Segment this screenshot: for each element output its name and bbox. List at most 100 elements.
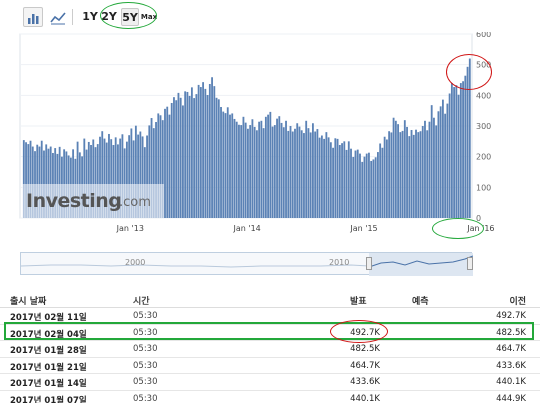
bar: [415, 129, 417, 218]
bar-chart-icon[interactable]: [23, 7, 43, 27]
bar: [193, 98, 196, 218]
bar: [410, 129, 413, 218]
navigator-sparkline: [21, 253, 473, 276]
bar: [457, 94, 460, 218]
bar: [450, 83, 453, 218]
row-previous: 492.7K: [496, 311, 526, 321]
bar: [170, 103, 173, 218]
toolbar-separator: [72, 9, 73, 25]
bar: [303, 133, 305, 218]
table-row: 2017년 01월 14일 05:30 433.6K 440.1K: [0, 374, 540, 391]
bar: [264, 116, 267, 218]
bar: [361, 161, 364, 218]
bar: [332, 147, 334, 218]
red-annotation-circle: [446, 54, 492, 90]
green-annotation-circle: [432, 218, 484, 239]
bar: [383, 136, 386, 218]
bar: [385, 139, 388, 218]
bar: [224, 113, 227, 218]
bar: [345, 149, 348, 218]
bar: [329, 142, 332, 218]
bar: [184, 91, 187, 218]
row-date: 2017년 01월 28일: [10, 346, 87, 356]
navigator-label-2000: 2000: [125, 258, 146, 267]
table-row: 2017년 01월 21일 05:30 464.7K 433.6K: [0, 358, 540, 374]
bar: [397, 124, 399, 218]
bar: [352, 156, 355, 218]
line-chart-icon[interactable]: [47, 7, 67, 27]
bar: [289, 126, 292, 218]
bar: [408, 136, 411, 218]
bar: [255, 130, 258, 218]
bar: [428, 121, 431, 218]
bar: [229, 114, 231, 218]
bar: [222, 111, 225, 218]
bar: [316, 129, 319, 218]
bar: [247, 128, 249, 218]
bar: [260, 120, 263, 218]
release-table: 출시 날짜 시간 발표 예측 이전 2017년 02월 11일 05:30 492.…: [0, 290, 540, 403]
bar: [374, 157, 377, 218]
chart-area[interactable]: 0 100 200 300 400 500 600 Jan '13 Jan '14 Jan '1…: [0, 32, 540, 242]
bar: [217, 99, 220, 218]
bar: [421, 126, 424, 218]
bar: [168, 114, 171, 218]
bar: [186, 91, 189, 218]
row-actual: 464.7K: [350, 360, 380, 371]
navigator-right-handle[interactable]: [467, 257, 473, 270]
bar: [464, 75, 467, 219]
bar: [307, 128, 310, 218]
bar: [372, 159, 375, 218]
bar: [197, 84, 200, 218]
bar: [343, 141, 346, 218]
bar: [356, 149, 359, 218]
bar: [271, 126, 274, 218]
bar: [406, 126, 408, 218]
bar: [439, 106, 442, 218]
bar: [166, 106, 169, 218]
table-row: 2017년 01월 28일 05:30 482.5K 464.7K: [0, 341, 540, 358]
bar: [354, 150, 357, 218]
range-1y-button[interactable]: 1Y: [82, 8, 98, 26]
bar: [441, 99, 444, 218]
investing-watermark: Investing .com: [22, 184, 164, 218]
bar: [175, 100, 178, 218]
bar: [305, 120, 308, 218]
bar: [276, 118, 278, 218]
bar: [235, 121, 238, 218]
bar: [426, 130, 429, 218]
bar: [220, 106, 222, 218]
bar: [231, 113, 234, 218]
bar: [312, 123, 314, 218]
bar: [338, 145, 341, 218]
bar: [430, 105, 433, 218]
bar: [188, 95, 191, 218]
bar: [215, 97, 218, 218]
bar: [269, 111, 272, 218]
bar: [334, 138, 337, 218]
bar: [267, 114, 270, 218]
range-navigator[interactable]: 2000 2010: [20, 252, 473, 276]
table-header: 출시 날짜 시간 발표 예측 이전: [0, 290, 540, 308]
row-time: 05:30: [133, 377, 158, 387]
bar: [453, 87, 456, 218]
bar: [296, 123, 299, 218]
bar: [394, 120, 397, 218]
bar: [258, 121, 261, 218]
y-tick-label: 300: [476, 122, 491, 131]
navigator-left-handle[interactable]: [366, 257, 372, 270]
green-annotation-circle: [100, 2, 157, 29]
bar: [455, 85, 458, 219]
row-time: 05:30: [133, 311, 158, 321]
row-previous: 444.9K: [496, 393, 526, 403]
bar: [336, 138, 339, 218]
bar: [285, 120, 287, 218]
bar: [177, 92, 180, 218]
bar: [314, 131, 317, 218]
bar: [403, 120, 406, 218]
row-date: 2017년 01월 14일: [10, 379, 87, 389]
bar: [278, 116, 281, 218]
bar: [182, 105, 184, 218]
bar: [273, 125, 276, 218]
navigator-label-2010: 2010: [329, 258, 350, 267]
